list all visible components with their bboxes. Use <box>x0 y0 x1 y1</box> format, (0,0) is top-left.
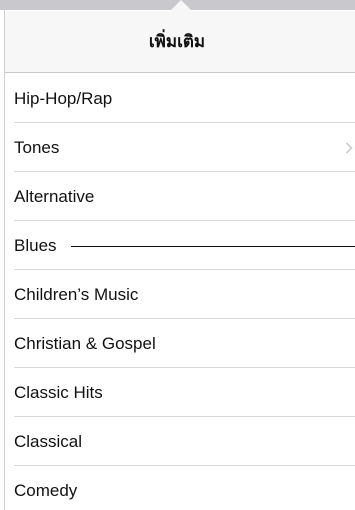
genre-item-classical[interactable]: Classical <box>5 417 355 466</box>
popover-arrow <box>170 0 192 11</box>
genre-item-label: Comedy <box>14 480 78 500</box>
genre-item-label: Classical <box>14 431 83 451</box>
annotation-line <box>70 245 355 247</box>
genre-popover-screen: เพิ่มเติม Hip-Hop/Rap Tones Alternative … <box>0 0 355 510</box>
genre-item-hip-hop-rap[interactable]: Hip-Hop/Rap <box>5 74 355 123</box>
genre-item-comedy[interactable]: Comedy <box>5 466 355 510</box>
genre-item-label: Blues <box>14 235 57 255</box>
genre-list: Hip-Hop/Rap Tones Alternative Blues Chil… <box>5 74 355 510</box>
popover-header: เพิ่มเติม <box>5 11 355 73</box>
genre-item-label: Christian & Gospel <box>14 333 156 353</box>
genre-item-classic-hits[interactable]: Classic Hits <box>5 368 355 417</box>
genre-item-label: Tones <box>14 137 60 157</box>
genre-item-tones[interactable]: Tones <box>5 123 355 172</box>
genre-item-label: Children’s Music <box>14 284 139 304</box>
chevron-right-icon <box>345 141 353 154</box>
genre-item-label: Alternative <box>14 186 95 206</box>
genre-item-label: Hip-Hop/Rap <box>14 88 113 108</box>
genre-item-blues[interactable]: Blues <box>5 221 355 270</box>
genre-item-label: Classic Hits <box>14 382 103 402</box>
genre-item-alternative[interactable]: Alternative <box>5 172 355 221</box>
genre-item-childrens-music[interactable]: Children’s Music <box>5 270 355 319</box>
genre-item-christian-gospel[interactable]: Christian & Gospel <box>5 319 355 368</box>
page-title: เพิ่มเติม <box>148 32 206 51</box>
